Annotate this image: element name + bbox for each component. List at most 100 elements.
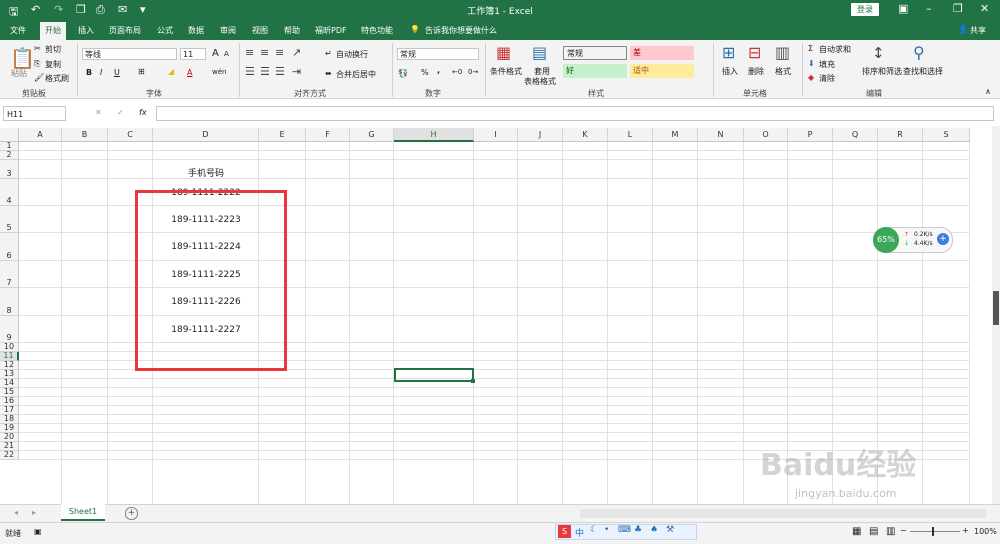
merge-icon[interactable]: ⬌ [325, 69, 332, 78]
fill-icon[interactable]: ⬇ [808, 59, 815, 68]
font-color-button[interactable]: A [187, 68, 192, 77]
ime-skin-icon[interactable]: ♣ [634, 525, 642, 535]
ime-voice-icon[interactable]: • [604, 525, 609, 535]
sort-filter-button[interactable]: 排序和筛选 [862, 66, 902, 77]
network-speed-widget[interactable]: 65% ↑ 0.2K/s ↓ 4.4K/s + [873, 227, 953, 253]
delete-cells-button[interactable]: 删除 [748, 66, 764, 77]
align-middle-icon[interactable]: ≡ [260, 46, 269, 59]
style-normal[interactable]: 常规 [563, 46, 627, 60]
align-right-icon[interactable]: ☰ [275, 65, 285, 78]
font-size-select[interactable]: 11 [180, 48, 206, 60]
share-button[interactable]: 共享 [970, 25, 986, 36]
row-header[interactable]: 6 [0, 233, 19, 261]
vertical-scrollbar[interactable] [992, 126, 1000, 504]
fill-color-icon[interactable]: ◢ [168, 67, 174, 76]
copy-button[interactable]: 复制 [45, 59, 61, 70]
ime-toolbar[interactable]: S 中 ☾ • ⌨ ♣ ♠ ⚒ [555, 524, 697, 540]
percent-button[interactable]: % [421, 68, 429, 77]
column-header[interactable]: F [306, 128, 350, 142]
ime-punct-icon[interactable]: ☾ [590, 525, 598, 535]
find-icon[interactable]: ⚲ [913, 43, 925, 62]
insert-function-button[interactable]: fx [139, 108, 147, 117]
align-center-icon[interactable]: ☰ [260, 65, 270, 78]
select-all-corner[interactable] [0, 128, 19, 142]
increase-decimal-icon[interactable]: ←0 [452, 68, 462, 76]
currency-icon[interactable]: 💱 [398, 69, 408, 78]
row-header[interactable]: 7 [0, 261, 19, 288]
column-header[interactable]: R [878, 128, 923, 142]
sogou-icon[interactable]: S [558, 525, 571, 538]
column-header[interactable]: M [653, 128, 698, 142]
row-header[interactable]: 3 [0, 160, 19, 179]
underline-button[interactable]: U [114, 68, 120, 77]
format-painter-icon[interactable]: 🖌 [34, 73, 44, 82]
fill-handle[interactable] [471, 379, 475, 383]
zoom-level[interactable]: 100% [974, 527, 997, 536]
add-sheet-icon[interactable]: + [125, 507, 138, 520]
column-header[interactable]: L [608, 128, 653, 142]
column-header[interactable]: K [563, 128, 608, 142]
row-header[interactable]: 4 [0, 179, 19, 206]
sort-filter-icon[interactable]: ↕ [872, 44, 885, 62]
conditional-format-icon[interactable]: ▦ [496, 43, 511, 62]
enter-icon[interactable]: ✓ [117, 108, 124, 117]
ribbon-display-icon[interactable]: ▣ [898, 2, 908, 15]
wrap-text-button[interactable]: 自动换行 [336, 49, 368, 60]
comma-button[interactable]: , [437, 66, 440, 75]
tab-features[interactable]: 特色功能 [361, 25, 393, 36]
horizontal-scrollbar[interactable] [580, 509, 986, 518]
row-header[interactable]: 9 [0, 316, 19, 343]
share-icon[interactable]: 👤 [958, 25, 968, 34]
collapse-ribbon-icon[interactable]: ∧ [985, 87, 991, 96]
tab-foxit-pdf[interactable]: 福昕PDF [315, 25, 347, 36]
cancel-icon[interactable]: ✕ [95, 108, 102, 117]
ime-mode[interactable]: 中 [575, 526, 584, 539]
page-break-view-icon[interactable]: ▥ [886, 526, 895, 537]
bold-button[interactable]: B [86, 68, 92, 77]
ime-tools-icon[interactable]: ⚒ [666, 525, 674, 535]
phonetic-button[interactable]: wén [212, 68, 226, 76]
italic-button[interactable]: I [100, 68, 102, 77]
autosum-button[interactable]: 自动求和 [819, 44, 851, 55]
column-header[interactable]: N [698, 128, 744, 142]
number-format-select[interactable]: 常规 [397, 48, 479, 60]
find-select-button[interactable]: 查找和选择 [903, 66, 943, 77]
row-header[interactable]: 22 [0, 450, 19, 460]
login-button[interactable]: 登录 [851, 3, 879, 16]
copy-icon[interactable]: ⎘ [34, 59, 40, 69]
close-icon[interactable]: ✕ [980, 2, 989, 15]
tell-me-search[interactable]: 告诉我你想要做什么 [425, 25, 497, 36]
zoom-slider-thumb[interactable] [932, 527, 934, 536]
format-cells-button[interactable]: 格式 [775, 66, 791, 77]
phone-header-cell[interactable]: 手机号码 [153, 166, 259, 179]
cut-button[interactable]: 剪切 [45, 44, 61, 55]
row-header[interactable]: 5 [0, 206, 19, 233]
tab-review[interactable]: 审阅 [220, 25, 236, 36]
column-header[interactable]: J [518, 128, 563, 142]
clear-button[interactable]: 清除 [819, 73, 835, 84]
tab-insert[interactable]: 插入 [78, 25, 94, 36]
borders-icon[interactable]: ⊞ [138, 67, 145, 76]
row-header[interactable]: 8 [0, 288, 19, 316]
name-box[interactable]: H11 [3, 106, 66, 121]
orientation-icon[interactable]: ↗ [292, 46, 301, 59]
normal-view-icon[interactable]: ▦ [852, 526, 861, 537]
decrease-decimal-icon[interactable]: 0→ [468, 68, 478, 76]
column-header[interactable]: B [62, 128, 108, 142]
tab-data[interactable]: 数据 [188, 25, 204, 36]
paste-icon[interactable]: 📋 [10, 46, 35, 70]
conditional-format-button[interactable]: 条件格式 [490, 66, 522, 77]
align-left-icon[interactable]: ☰ [245, 65, 255, 78]
minimize-icon[interactable]: – [926, 2, 932, 15]
delete-cells-icon[interactable]: ⊟ [748, 43, 761, 62]
fill-button[interactable]: 填充 [819, 59, 835, 70]
column-header[interactable]: O [744, 128, 788, 142]
column-header[interactable]: C [108, 128, 153, 142]
tab-home[interactable]: 开始 [40, 22, 66, 40]
zoom-in-icon[interactable]: + [962, 526, 969, 535]
style-neutral[interactable]: 适中 [630, 64, 694, 78]
cut-icon[interactable]: ✂ [34, 44, 41, 53]
zoom-slider[interactable] [910, 531, 960, 532]
ime-shirt-icon[interactable]: ♠ [650, 525, 658, 535]
page-layout-view-icon[interactable]: ▤ [869, 526, 878, 537]
